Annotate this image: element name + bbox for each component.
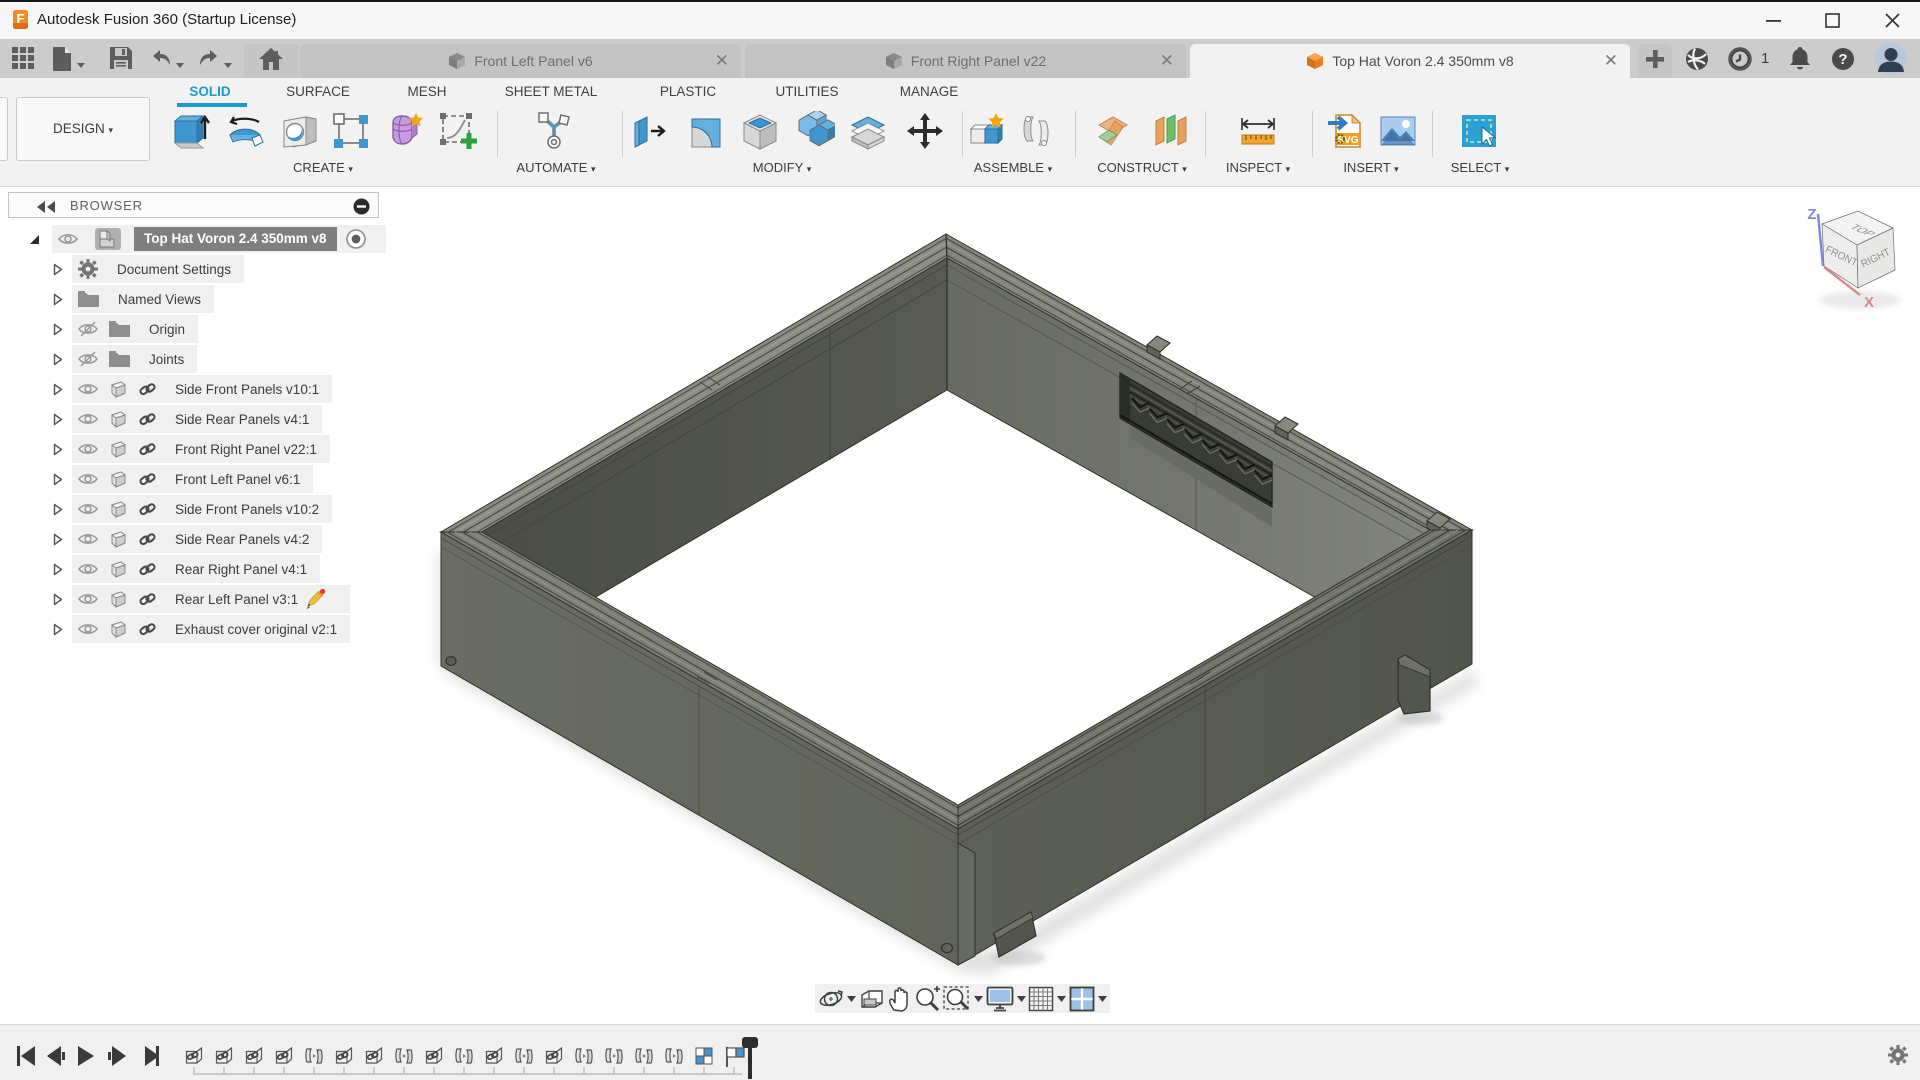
svg-text:X: X bbox=[1864, 294, 1874, 311]
svg-text:Z: Z bbox=[1807, 206, 1816, 223]
svg-text:?: ? bbox=[1838, 51, 1847, 68]
svg-text:SVG: SVG bbox=[1337, 135, 1358, 146]
